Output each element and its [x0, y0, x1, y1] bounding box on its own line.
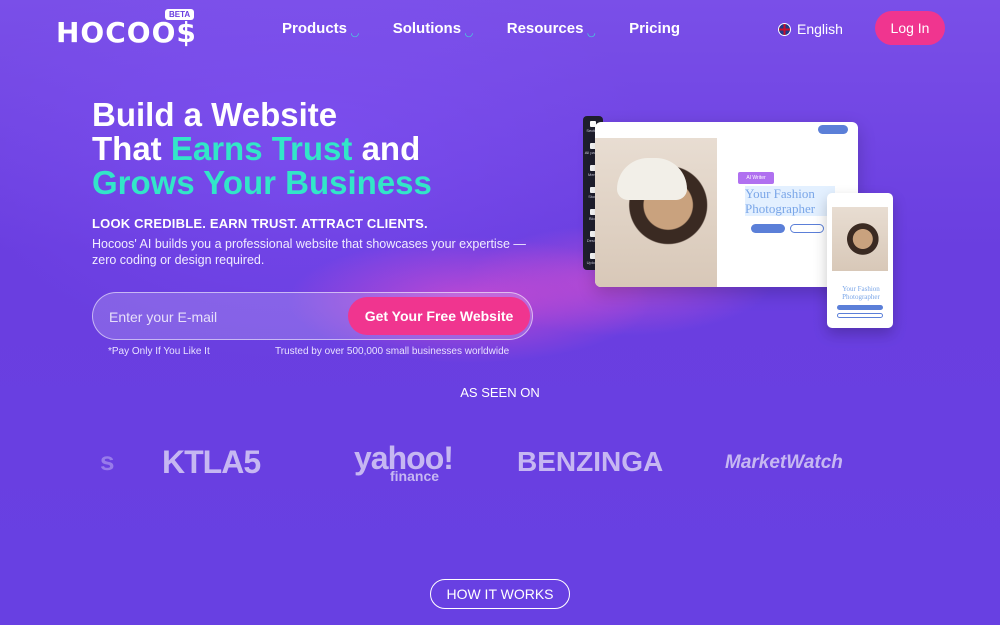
hero-subhead: LOOK CREDIBLE. EARN TRUST. ATTRACT CLIEN… — [92, 216, 428, 231]
nav-products[interactable]: Products ◡ — [282, 20, 359, 39]
signup-form: Get Your Free Website — [92, 292, 533, 340]
press-logo-partial: s — [100, 446, 115, 476]
preview-title: Your Fashion Photographer — [745, 186, 835, 216]
hero-line-2-accent: Earns Trust — [170, 130, 353, 167]
phone-button-primary — [837, 305, 883, 310]
language-selector[interactable]: English — [778, 21, 843, 37]
marketwatch-logo: MarketWatch — [725, 452, 843, 473]
hero-description: Hocoos' AI builds you a professional web… — [92, 237, 526, 267]
nav-pricing-label: Pricing — [629, 20, 681, 37]
trust-note: Trusted by over 500,000 small businesses… — [275, 346, 510, 357]
email-input[interactable] — [109, 305, 329, 329]
preview-button-primary — [751, 224, 785, 233]
hero-title: Build a Website That Earns Trust and Gro… — [92, 98, 432, 200]
chevron-down-icon: ◡ — [351, 28, 359, 39]
nav-solutions[interactable]: Solutions ◡ — [393, 20, 473, 39]
pay-note: *Pay Only If You Like It — [108, 346, 210, 357]
hero-line-1: Build a Website — [92, 96, 338, 133]
login-button[interactable]: Log In — [875, 11, 945, 45]
chevron-down-icon: ◡ — [587, 28, 596, 39]
phone-preview: Your Fashion Photographer — [827, 193, 893, 328]
ai-writer-chip: AI Writer — [738, 172, 774, 184]
phone-button-secondary — [837, 313, 883, 318]
ktla5-logo: KTLA5 — [162, 444, 261, 480]
chevron-down-icon: ◡ — [465, 28, 473, 39]
preview-nav — [613, 127, 850, 136]
as-seen-on-heading: AS SEEN ON — [460, 385, 540, 400]
preview-contact-pill — [818, 125, 848, 134]
get-free-website-button[interactable]: Get Your Free Website — [348, 297, 530, 335]
language-label: English — [797, 21, 843, 37]
press-logos: s KTLA5 yahoo! finance BENZINGA MarketWa… — [0, 440, 1000, 490]
hero-line-3-accent: Grows Your Business — [92, 164, 432, 201]
preview-button-secondary — [790, 224, 824, 233]
main-nav: Products ◡ Solutions ◡ Resources ◡ Prici… — [282, 20, 714, 39]
nav-resources-label: Resources — [506, 20, 584, 37]
benzinga-logo: BENZINGA — [517, 446, 664, 477]
nav-solutions-label: Solutions — [392, 20, 462, 37]
phone-photo — [832, 207, 888, 271]
hat-shape — [617, 158, 687, 200]
uk-flag-icon — [778, 22, 791, 36]
hero-line-2-plain: That — [92, 130, 171, 167]
how-it-works-button[interactable]: HOW IT WORKS — [430, 579, 570, 609]
beta-badge: BETA — [165, 9, 195, 20]
nav-pricing[interactable]: Pricing — [629, 20, 680, 39]
hero-line-2-tail: and — [352, 130, 421, 167]
yahoo-finance-logo: finance — [390, 468, 440, 484]
nav-resources[interactable]: Resources ◡ — [507, 20, 595, 39]
phone-title: Your Fashion Photographer — [842, 285, 880, 301]
hocoos-logo[interactable]: HOCOO$ — [56, 16, 197, 49]
preview-photo — [595, 138, 717, 287]
website-preview: AI Writer Your Fashion Photographer — [595, 122, 858, 287]
nav-products-label: Products — [282, 20, 348, 37]
